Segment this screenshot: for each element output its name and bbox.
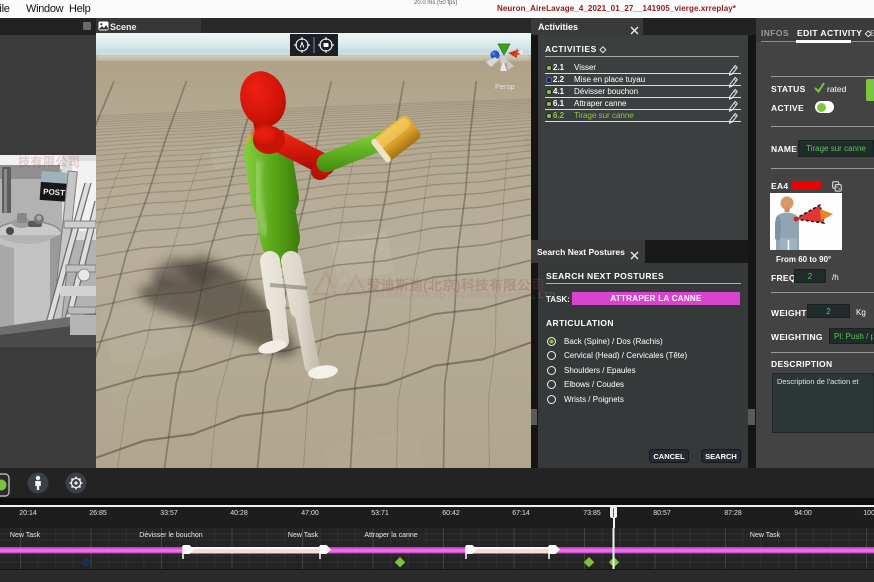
svg-text:New Task: New Task: [288, 532, 319, 539]
svg-text:Persp: Persp: [495, 82, 515, 91]
svg-text:Attraper la canne: Attraper la canne: [364, 532, 417, 539]
svg-text:New Task: New Task: [10, 532, 41, 539]
svg-text:New Task: New Task: [750, 532, 781, 539]
svg-text:Dévisser le bouchon: Dévisser le bouchon: [139, 532, 203, 539]
